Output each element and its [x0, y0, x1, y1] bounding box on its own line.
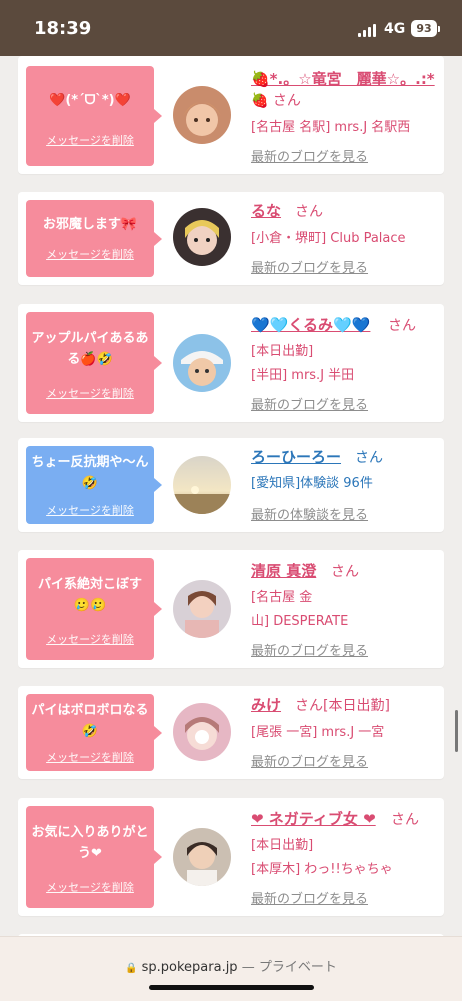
shop-info: [尾張 一宮] mrs.J 一宮 — [251, 725, 385, 740]
message-bubble: パイ系絶対こぼす🥲🥲 メッセージを削除 — [26, 558, 162, 660]
user-name-link[interactable]: みけ — [251, 694, 281, 715]
battery-icon: 93 — [411, 20, 437, 37]
user-name-link[interactable]: るな — [251, 200, 281, 221]
message-bubble: パイはボロボロなる🤣 メッセージを削除 — [26, 694, 162, 771]
network-type: 4G — [384, 21, 406, 37]
latest-blog-link[interactable]: 最新のブログを見る — [251, 257, 368, 276]
name-suffix: さん — [355, 450, 383, 466]
message-card: お邪魔します🎀 メッセージを削除 るな さん [小倉・堺町] Club Pala… — [18, 192, 444, 285]
message-bubble: お邪魔します🎀 メッセージを削除 — [26, 200, 162, 277]
review-count: [愛知県]体験談 96件 — [251, 476, 373, 491]
message-card: パイはボロボロなる🤣 メッセージを削除 みけ さん[本日出勤] [尾張 一宮] … — [18, 686, 444, 779]
avatar[interactable] — [173, 86, 231, 144]
scrollbar[interactable] — [455, 710, 458, 752]
message-text: お邪魔します🎀 — [42, 217, 138, 232]
latest-blog-link[interactable]: 最新のブログを見る — [251, 640, 368, 659]
latest-review-link[interactable]: 最新の体験談を見る — [251, 504, 368, 523]
message-text: パイはボロボロなる🤣 — [31, 703, 149, 739]
lock-icon: 🔒 — [125, 963, 138, 974]
message-text: お気に入りありがとう❤ — [31, 825, 149, 861]
signal-icon — [358, 23, 378, 37]
delete-message-link[interactable]: メッセージを削除 — [26, 631, 154, 647]
latest-blog-link[interactable]: 最新のブログを見る — [251, 146, 368, 165]
shop-info: [本厚木] わっ!!ちゃちゃ — [251, 862, 393, 877]
delete-message-link[interactable]: メッセージを削除 — [26, 246, 154, 262]
shop-info: [半田] mrs.J 半田 — [251, 368, 355, 383]
avatar[interactable] — [173, 208, 231, 266]
delete-message-link[interactable]: メッセージを削除 — [26, 879, 154, 895]
status-bar: 18:39 4G 93 — [0, 0, 462, 56]
message-text: アップルパイあるある🍎🤣 — [31, 331, 149, 367]
name-suffix: さん — [388, 318, 416, 334]
message-card: パイ系絶対こぼす🥲🥲 メッセージを削除 清原 真澄 さん [名古屋 金 山] D… — [18, 550, 444, 668]
shop-info-continued: 山] DESPERATE — [251, 614, 349, 629]
message-list[interactable]: ❤️(*ˊᗜˋ*)❤️ メッセージを削除 🍓*.。☆竜宮 麗華☆。.:* 🍓 さ… — [0, 56, 462, 936]
message-bubble: お気に入りありがとう❤ メッセージを削除 — [26, 806, 162, 908]
latest-blog-link[interactable]: 最新のブログを見る — [251, 394, 368, 413]
delete-message-link[interactable]: メッセージを削除 — [26, 502, 154, 518]
shop-info: [名古屋 名駅] mrs.J 名駅西 — [251, 120, 411, 135]
work-status: [本日出勤] — [251, 344, 314, 359]
shop-info: [小倉・堺町] Club Palace — [251, 231, 406, 246]
message-bubble: アップルパイあるある🍎🤣 メッセージを削除 — [26, 312, 162, 414]
home-indicator[interactable] — [149, 985, 314, 990]
name-suffix: さん — [331, 564, 359, 580]
shop-info: [名古屋 金 — [251, 590, 313, 605]
avatar[interactable] — [173, 828, 231, 886]
message-text: ちょー反抗期や〜ん🤣 — [31, 455, 149, 491]
user-name-link[interactable]: 清原 真澄 — [251, 560, 316, 581]
delete-message-link[interactable]: メッセージを削除 — [26, 132, 154, 148]
name-suffix: さん — [391, 812, 419, 828]
status-time: 18:39 — [34, 18, 92, 39]
name-suffix: さん[本日出勤] — [295, 698, 390, 714]
user-name-link[interactable]: ❤ ネガティブ女 ❤ — [251, 808, 376, 829]
delete-message-link[interactable]: メッセージを削除 — [26, 385, 154, 401]
message-bubble: ❤️(*ˊᗜˋ*)❤️ メッセージを削除 — [26, 66, 162, 166]
privacy-label: — プライベート — [241, 960, 337, 975]
message-card: ちょー反抗期や〜ん🤣 メッセージを削除 ろーひーろー さん [愛知県]体験談 9… — [18, 438, 444, 532]
url-domain: sp.pokepara.jp — [141, 960, 238, 975]
avatar[interactable] — [173, 703, 231, 761]
avatar[interactable] — [173, 334, 231, 392]
work-status: [本日出勤] — [251, 838, 314, 853]
name-suffix: さん — [295, 204, 323, 220]
avatar[interactable] — [173, 456, 231, 514]
message-card: ❤️(*ˊᗜˋ*)❤️ メッセージを削除 🍓*.。☆竜宮 麗華☆。.:* 🍓 さ… — [18, 56, 444, 174]
browser-url-bar[interactable]: 🔒 sp.pokepara.jp — プライベート — [0, 936, 462, 1001]
latest-blog-link[interactable]: 最新のブログを見る — [251, 888, 368, 907]
delete-message-link[interactable]: メッセージを削除 — [26, 749, 154, 765]
message-card: お気に入りありがとう❤ メッセージを削除 ❤ ネガティブ女 ❤ さん [本日出勤… — [18, 798, 444, 916]
message-text: パイ系絶対こぼす🥲🥲 — [37, 577, 142, 613]
latest-blog-link[interactable]: 最新のブログを見る — [251, 751, 368, 770]
message-card: アップルパイあるある🍎🤣 メッセージを削除 💙🩵くるみ🩵💙 さん [本日出勤] … — [18, 304, 444, 422]
user-name-link[interactable]: 🍓*.。☆竜宮 麗華☆。.:* — [251, 68, 435, 89]
user-name-link[interactable]: 💙🩵くるみ🩵💙 — [251, 314, 370, 335]
message-text: ❤️(*ˊᗜˋ*)❤️ — [49, 93, 131, 108]
user-name-link[interactable]: ろーひーろー — [251, 446, 341, 467]
message-bubble: ちょー反抗期や〜ん🤣 メッセージを削除 — [26, 446, 162, 524]
name-suffix: 🍓 さん — [251, 93, 301, 109]
avatar[interactable] — [173, 580, 231, 638]
